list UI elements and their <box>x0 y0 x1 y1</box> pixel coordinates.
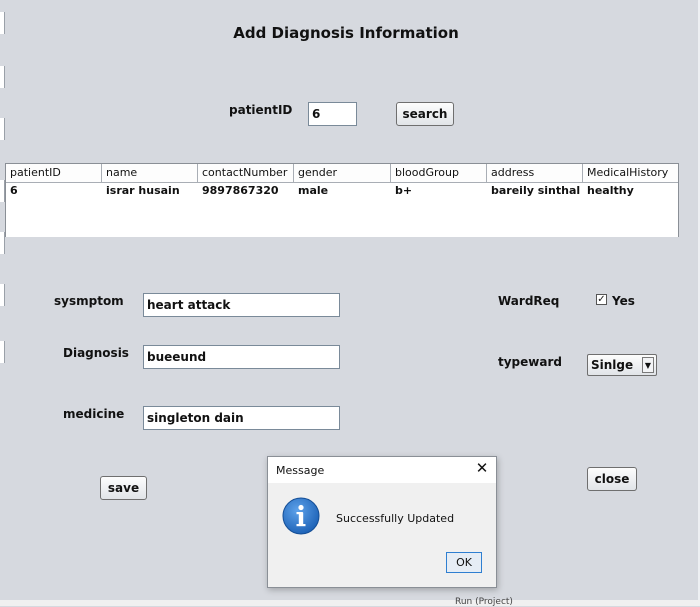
background-fragment <box>0 284 5 306</box>
type-ward-label: typeward <box>498 355 562 369</box>
type-ward-selected-value: Sinlge <box>591 358 634 372</box>
background-window-bottom <box>0 600 700 606</box>
column-header[interactable]: address <box>487 164 583 182</box>
patient-id-input[interactable]: 6 <box>308 102 357 126</box>
table-cell: 9897867320 <box>202 184 279 197</box>
main-window: Add Diagnosis Information patientID 6 se… <box>0 0 700 607</box>
chevron-down-icon[interactable]: ▼ <box>642 357 654 373</box>
symptom-input[interactable]: heart attack <box>143 293 340 317</box>
medicine-input[interactable]: singleton dain <box>143 406 340 430</box>
ward-req-checkbox-label[interactable]: Yes <box>612 294 635 308</box>
column-header[interactable]: bloodGroup <box>391 164 487 182</box>
dialog-body: Successfully Updated OK <box>268 483 496 587</box>
info-icon <box>282 497 320 535</box>
table-empty-area <box>6 199 678 237</box>
diagnosis-label: Diagnosis <box>63 346 129 360</box>
ward-req-checkbox[interactable]: ✓ <box>596 294 607 305</box>
column-header[interactable]: patientID <box>6 164 102 182</box>
background-fragment <box>0 341 5 363</box>
dialog-message: Successfully Updated <box>336 512 455 525</box>
close-button[interactable]: close <box>587 467 637 491</box>
ok-button[interactable]: OK <box>446 552 482 573</box>
table-cell: male <box>298 184 329 197</box>
patient-id-label: patientID <box>229 103 293 117</box>
close-icon[interactable]: ✕ <box>474 460 490 476</box>
background-fragment <box>0 118 5 140</box>
table-cell: bareily sinthal <box>491 184 581 197</box>
background-fragment <box>0 66 5 88</box>
diagnosis-input[interactable]: bueeund <box>143 345 340 369</box>
page-title: Add Diagnosis Information <box>233 24 459 42</box>
table-header: patientID name contactNumber gender bloo… <box>6 164 678 183</box>
column-header[interactable]: gender <box>294 164 391 182</box>
message-dialog: Message ✕ Successfully Updated OK <box>267 456 497 588</box>
column-header[interactable]: name <box>102 164 198 182</box>
table-cell: 6 <box>10 184 18 197</box>
table-cell: israr husain <box>106 184 180 197</box>
column-header[interactable]: contactNumber <box>198 164 294 182</box>
symptom-label: sysmptom <box>54 294 124 308</box>
type-ward-select[interactable]: Sinlge ▼ <box>587 354 657 376</box>
medicine-label: medicine <box>63 407 125 421</box>
dialog-title: Message <box>276 464 325 477</box>
patient-table: patientID name contactNumber gender bloo… <box>5 163 679 237</box>
column-header[interactable]: MedicalHistory <box>583 164 678 182</box>
ward-req-label: WardReq <box>498 294 560 308</box>
table-cell: healthy <box>587 184 634 197</box>
table-row[interactable]: 6 israr husain 9897867320 male b+ bareil… <box>6 183 678 199</box>
search-button[interactable]: search <box>396 102 454 126</box>
save-button[interactable]: save <box>100 476 147 500</box>
table-cell: b+ <box>395 184 413 197</box>
